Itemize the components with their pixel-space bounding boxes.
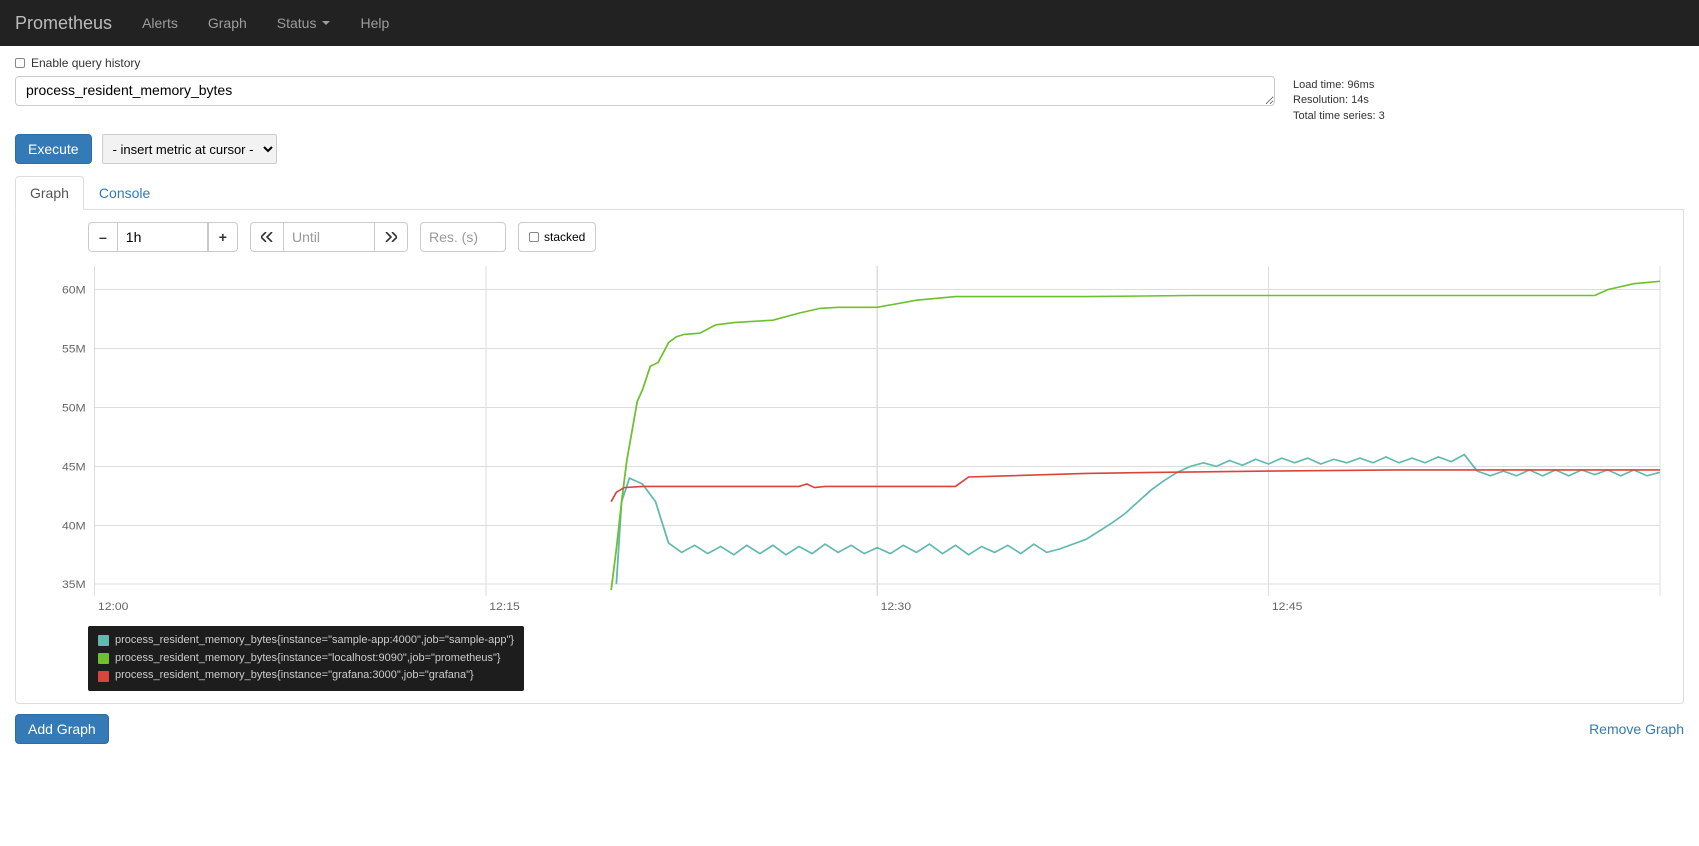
svg-text:12:45: 12:45 (1272, 601, 1303, 613)
stat-resolution: Resolution: 14s (1293, 93, 1525, 108)
stat-load-time: Load time: 96ms (1293, 78, 1525, 93)
svg-text:12:15: 12:15 (489, 601, 520, 613)
chart-svg[interactable]: 35M 40M 45M 50M 55M 60M 12:00 12:15 12:30 12:45 (28, 260, 1671, 620)
stacked-checkbox-icon (529, 232, 539, 242)
execute-button[interactable]: Execute (15, 134, 92, 164)
remove-graph-link[interactable]: Remove Graph (1589, 721, 1684, 737)
nav-status[interactable]: Status (262, 15, 346, 31)
expression-input[interactable]: process_resident_memory_bytes (15, 76, 1275, 106)
double-chevron-right-icon (385, 232, 397, 242)
stacked-label: stacked (544, 230, 585, 244)
enable-history-row: Enable query history (15, 56, 1684, 70)
time-back-button[interactable] (250, 222, 284, 252)
svg-text:55M: 55M (62, 343, 86, 355)
svg-text:12:30: 12:30 (881, 601, 912, 613)
enable-history-checkbox[interactable] (15, 58, 25, 68)
svg-text:50M: 50M (62, 402, 86, 414)
svg-text:35M: 35M (62, 579, 86, 591)
nav-graph[interactable]: Graph (193, 15, 262, 31)
tabs: Graph Console (15, 176, 1684, 210)
legend-swatch (98, 635, 109, 646)
brand-link[interactable]: Prometheus (15, 13, 127, 34)
graph-controls: – + stacked (28, 222, 1671, 252)
navbar: Prometheus Alerts Graph Status Help (0, 0, 1699, 46)
range-plus-button[interactable]: + (208, 222, 238, 252)
query-stats: Load time: 96ms Resolution: 14s Total ti… (1285, 76, 1525, 124)
metric-select[interactable]: - insert metric at cursor - (102, 134, 277, 164)
graph-panel: – + stacked 35M 40M 45M 50M 55M 60M 12:00 12:15 (15, 210, 1684, 704)
legend-label: process_resident_memory_bytes{instance="… (115, 650, 501, 668)
legend-swatch (98, 653, 109, 664)
resolution-input[interactable] (420, 222, 506, 252)
chevron-down-icon (322, 21, 330, 25)
stat-total-series: Total time series: 3 (1293, 109, 1525, 124)
add-graph-button[interactable]: Add Graph (15, 714, 109, 744)
nav-help[interactable]: Help (345, 15, 404, 31)
chart-area: 35M 40M 45M 50M 55M 60M 12:00 12:15 12:30 12:45 (28, 260, 1671, 620)
until-input[interactable] (284, 222, 374, 252)
tab-console[interactable]: Console (84, 176, 165, 209)
legend-label: process_resident_memory_bytes{instance="… (115, 667, 474, 685)
footer-row: Add Graph Remove Graph (15, 714, 1684, 744)
svg-text:45M: 45M (62, 461, 86, 473)
nav-alerts[interactable]: Alerts (127, 15, 193, 31)
enable-history-label: Enable query history (31, 56, 140, 70)
query-row: process_resident_memory_bytes Load time:… (15, 76, 1684, 124)
tab-graph[interactable]: Graph (15, 176, 84, 210)
until-group (250, 222, 408, 252)
legend-item[interactable]: process_resident_memory_bytes{instance="… (98, 650, 514, 668)
stacked-toggle[interactable]: stacked (518, 222, 596, 252)
execute-row: Execute - insert metric at cursor - (15, 134, 1684, 164)
range-minus-button[interactable]: – (88, 222, 118, 252)
legend-item[interactable]: process_resident_memory_bytes{instance="… (98, 667, 514, 685)
svg-text:60M: 60M (62, 284, 86, 296)
legend-label: process_resident_memory_bytes{instance="… (115, 632, 514, 650)
range-input[interactable] (118, 222, 208, 252)
legend-item[interactable]: process_resident_memory_bytes{instance="… (98, 632, 514, 650)
time-forward-button[interactable] (374, 222, 408, 252)
svg-text:40M: 40M (62, 520, 86, 532)
legend: process_resident_memory_bytes{instance="… (88, 626, 524, 691)
svg-text:12:00: 12:00 (98, 601, 129, 613)
legend-swatch (98, 671, 109, 682)
range-group: – + (88, 222, 238, 252)
double-chevron-left-icon (261, 232, 273, 242)
